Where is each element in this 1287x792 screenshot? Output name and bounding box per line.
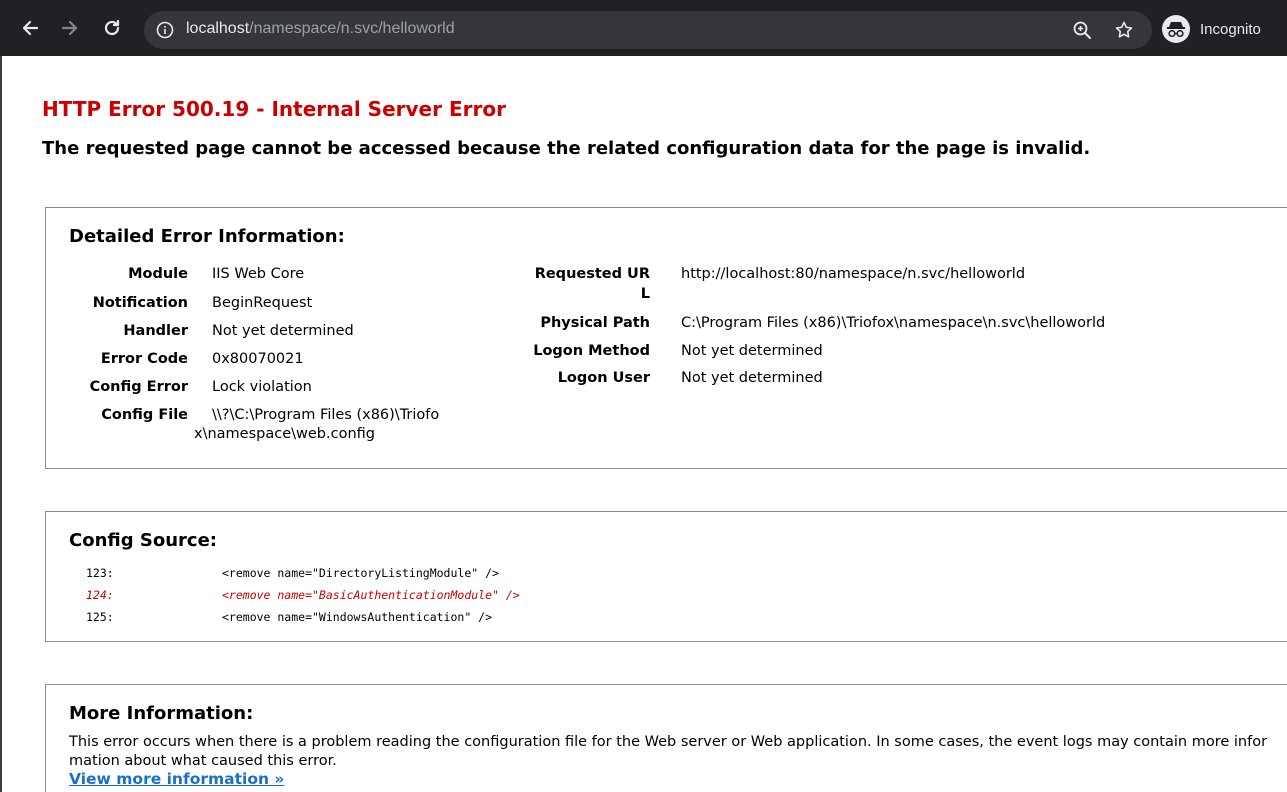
detail-heading: Detailed Error Information:: [69, 226, 345, 247]
profile-label[interactable]: Incognito: [1200, 21, 1261, 38]
forward-icon[interactable]: [56, 14, 84, 42]
more-heading: More Information:: [69, 703, 254, 724]
info-icon[interactable]: [156, 21, 174, 43]
handler-label: Handler: [123, 323, 188, 339]
error-code-value: 0x80070021: [212, 351, 304, 367]
page-subtitle: The requested page cannot be accessed be…: [42, 138, 1091, 159]
source-line-number: 123:: [86, 566, 114, 580]
notification-label: Notification: [92, 295, 188, 311]
config-error-value: Lock violation: [212, 379, 312, 395]
requested-url-value: http://localhost:80/namespace/n.svc/hell…: [681, 266, 1026, 282]
requested-url-label-line2: L: [640, 286, 650, 302]
view-more-link[interactable]: View more information »: [69, 770, 284, 788]
config-file-value-line2: x\namespace\web.config: [194, 426, 375, 442]
star-icon[interactable]: [1114, 20, 1134, 44]
page-divider: [0, 56, 2, 792]
config-error-label: Config Error: [89, 379, 188, 395]
url-path: /namespace/n.svc/helloworld: [249, 20, 455, 37]
more-information-panel: More Information: This error occurs when…: [45, 684, 1287, 792]
config-file-value-line1: \\?\C:\Program Files (x86)\Triofo: [212, 407, 440, 423]
physical-path-label: Physical Path: [540, 315, 650, 331]
detailed-error-panel: Detailed Error Information: Module IIS W…: [45, 207, 1287, 469]
notification-value: BeginRequest: [212, 295, 313, 311]
source-line-number: 125:: [86, 610, 114, 624]
reload-icon[interactable]: [98, 14, 126, 42]
zoom-icon[interactable]: [1072, 20, 1092, 44]
handler-value: Not yet determined: [212, 323, 354, 339]
logon-user-label: Logon User: [557, 370, 650, 386]
browser-toolbar: localhost/namespace/n.svc/helloworld Inc…: [0, 0, 1287, 56]
source-line-code: <remove name="DirectoryListingModule" />: [222, 566, 499, 580]
physical-path-value: C:\Program Files (x86)\Triofox\namespace…: [681, 315, 1106, 331]
page-title: HTTP Error 500.19 - Internal Server Erro…: [42, 97, 506, 121]
address-bar[interactable]: localhost/namespace/n.svc/helloworld: [144, 11, 1152, 49]
more-description: This error occurs when there is a proble…: [69, 734, 1268, 769]
source-line-code: <remove name="WindowsAuthentication" />: [222, 610, 493, 624]
source-error-line-number: 124:: [86, 588, 114, 602]
requested-url-label-line1: Requested UR: [534, 266, 650, 282]
source-heading: Config Source:: [69, 530, 217, 551]
config-source-panel: Config Source: 123: <remove name="Direct…: [45, 511, 1287, 642]
module-value: IIS Web Core: [212, 266, 305, 282]
incognito-icon[interactable]: [1162, 15, 1190, 43]
url-host: localhost: [186, 20, 250, 37]
config-file-label: Config File: [101, 407, 188, 423]
back-icon[interactable]: [16, 14, 44, 42]
error-code-label: Error Code: [100, 351, 188, 367]
source-error-line-code: <remove name="BasicAuthenticationModule"…: [222, 588, 520, 602]
module-label: Module: [128, 266, 188, 282]
address-url[interactable]: localhost/namespace/n.svc/helloworld: [186, 20, 455, 38]
logon-method-label: Logon Method: [533, 343, 650, 359]
logon-method-value: Not yet determined: [681, 343, 823, 359]
logon-user-value: Not yet determined: [681, 370, 823, 386]
